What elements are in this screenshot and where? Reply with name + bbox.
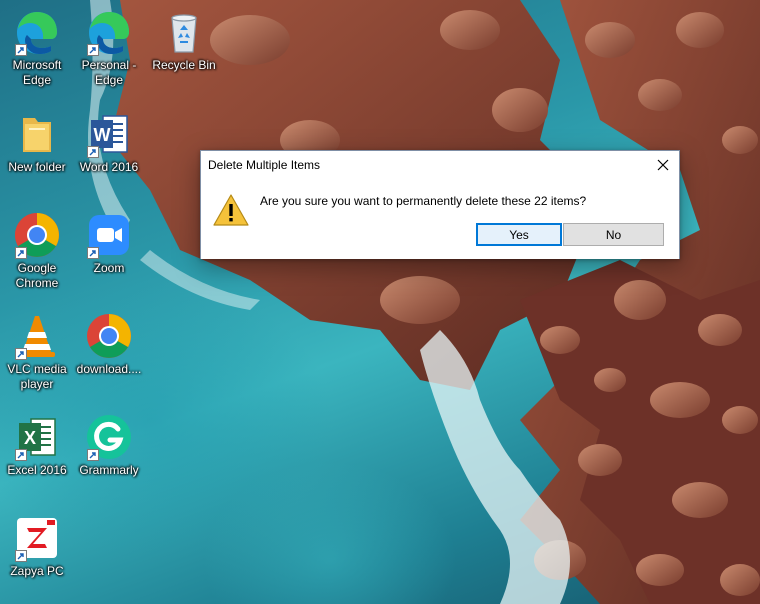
dialog-title: Delete Multiple Items [208,158,321,172]
close-button[interactable] [647,151,679,179]
folder-icon [13,110,61,158]
recycle-bin-icon [160,8,208,56]
desktop-icon-label: Zoom [93,261,125,275]
desktop-icon-personal-edge[interactable]: Personal - Edge [72,4,146,88]
desktop-icon-label: Grammarly [79,463,139,477]
desktop-icon-label: Word 2016 [79,160,139,174]
desktop[interactable]: Microsoft Edge New folder Google Chrome [0,0,760,604]
close-icon [657,159,669,171]
desktop-icon-word-2016[interactable]: W Word 2016 [72,106,146,175]
desktop-icon-download[interactable]: download.... [72,308,146,377]
edge-icon [13,8,61,56]
dialog-message: Are you sure you want to permanently del… [260,194,587,208]
desktop-icon-vlc[interactable]: VLC media player [0,308,74,392]
desktop-icon-label: download.... [76,362,142,376]
no-button[interactable]: No [563,223,664,246]
desktop-icon-label: VLC media player [7,362,67,391]
desktop-icon-label: Excel 2016 [7,463,67,477]
warning-icon [213,194,249,226]
desktop-icon-zoom[interactable]: Zoom [72,207,146,276]
vlc-icon [13,312,61,360]
delete-confirmation-dialog: Delete Multiple Items Are you sure you w… [200,150,680,259]
desktop-icon-google-chrome[interactable]: Google Chrome [0,207,74,291]
desktop-icon-label: Microsoft Edge [12,58,62,87]
dialog-title-bar[interactable]: Delete Multiple Items [201,151,679,179]
desktop-icon-label: Zapya PC [10,564,64,578]
svg-text:X: X [24,428,36,448]
desktop-icon-label: Personal - Edge [81,58,137,87]
desktop-icon-excel-2016[interactable]: X Excel 2016 [0,409,74,478]
desktop-icon-grammarly[interactable]: Grammarly [72,409,146,478]
chrome-icon [13,211,61,259]
word-icon: W [85,110,133,158]
desktop-icon-label: Recycle Bin [152,58,216,72]
desktop-icon-recycle-bin[interactable]: Recycle Bin [147,4,221,73]
desktop-icon-zapya[interactable]: Zapya PC [0,510,74,579]
desktop-icon-label: New folder [8,160,66,174]
zapya-icon [13,514,61,562]
yes-button[interactable]: Yes [476,223,562,246]
desktop-icon-new-folder[interactable]: New folder [0,106,74,175]
wallpaper-rocks [88,0,760,604]
chrome-icon [85,312,133,360]
excel-icon: X [13,413,61,461]
zoom-icon [85,211,133,259]
edge-icon [85,8,133,56]
dialog-body: Are you sure you want to permanently del… [201,179,679,259]
grammarly-icon [85,413,133,461]
desktop-icon-label: Google Chrome [15,261,59,290]
svg-text:W: W [94,125,111,145]
desktop-icon-microsoft-edge[interactable]: Microsoft Edge [0,4,74,88]
